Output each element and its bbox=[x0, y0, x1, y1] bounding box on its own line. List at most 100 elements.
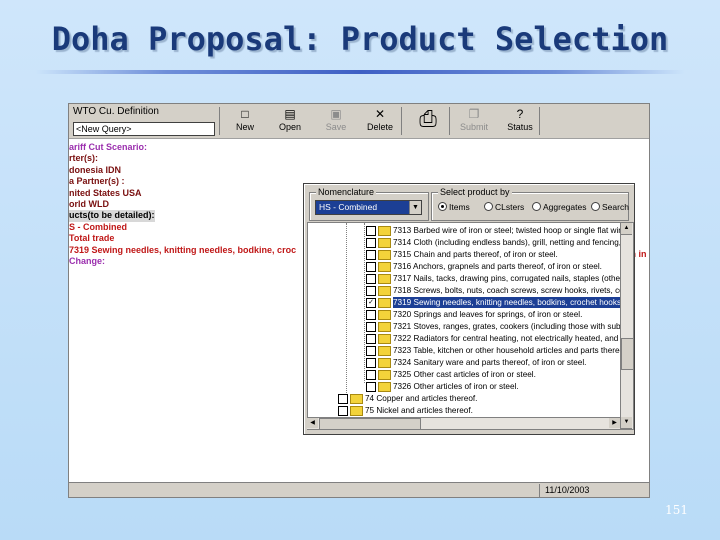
page-number: 151 bbox=[665, 503, 688, 517]
tree-item[interactable]: 7324 Sanitary ware and parts thereof, of… bbox=[308, 357, 621, 368]
tree-item-label: 7314 Cloth (including endless bands), gr… bbox=[393, 237, 621, 248]
hscroll-thumb[interactable] bbox=[319, 418, 421, 430]
product-description: Stoves, ranges, grates, cookers (includi… bbox=[413, 322, 622, 331]
tree-checkbox[interactable] bbox=[366, 310, 376, 320]
tree-item[interactable]: 7318 Screws, bolts, nuts, coach screws, … bbox=[308, 285, 621, 296]
printer-icon: ⎙ bbox=[419, 106, 437, 131]
tree-checkbox[interactable] bbox=[366, 346, 376, 356]
hs-code: 7313 bbox=[393, 226, 412, 235]
tree-checkbox[interactable] bbox=[366, 382, 376, 392]
tree-vertical-scrollbar[interactable]: ▲ ▼ bbox=[620, 222, 634, 430]
toolbar-separator bbox=[401, 107, 402, 135]
nomenclature-combo[interactable]: HS - Combined ▼ bbox=[315, 200, 422, 215]
tree-item[interactable]: 7315 Chain and parts thereof, of iron or… bbox=[308, 249, 621, 260]
toolbar-button-label: Status bbox=[507, 122, 533, 132]
folder-icon bbox=[378, 262, 391, 272]
tree-item[interactable]: 7316 Anchors, grapnels and parts thereof… bbox=[308, 261, 621, 272]
radio-aggregates[interactable]: Aggregates bbox=[532, 202, 586, 212]
toolbar-area: WTO Cu. Definition <New Query> □ New ▤ Open… bbox=[69, 104, 649, 139]
radio-clsters[interactable]: CLsters bbox=[484, 202, 524, 212]
tree-item-label: 7319 Sewing needles, knitting needles, b… bbox=[393, 297, 621, 308]
toolbar-button-label: Save bbox=[325, 122, 347, 132]
tree-checkbox[interactable] bbox=[366, 370, 376, 380]
tree-checkbox[interactable] bbox=[338, 394, 348, 404]
scroll-left-icon[interactable]: ◀ bbox=[307, 418, 318, 428]
tree-item[interactable]: 7321 Stoves, ranges, grates, cookers (in… bbox=[308, 321, 621, 332]
status-bar: 11/10/2003 bbox=[69, 482, 649, 497]
open-button[interactable]: ▤ Open bbox=[269, 106, 311, 136]
tree-checkbox[interactable] bbox=[366, 226, 376, 236]
tree-checkbox[interactable] bbox=[366, 286, 376, 296]
product-description: Nails, tacks, drawing pins, corrugated n… bbox=[413, 274, 622, 283]
hs-code: 7326 bbox=[393, 382, 412, 391]
scroll-right-icon[interactable]: ▶ bbox=[609, 418, 620, 428]
hs-code: 7322 bbox=[393, 334, 412, 343]
tree-checkbox[interactable] bbox=[366, 250, 376, 260]
tree-item[interactable]: 7314 Cloth (including endless bands), gr… bbox=[308, 237, 621, 248]
radio-search[interactable]: Search bbox=[591, 202, 629, 212]
tree-item[interactable]: 74 Copper and articles thereof. bbox=[308, 393, 621, 404]
radio-button-icon[interactable] bbox=[438, 202, 447, 211]
tree-item[interactable]: 7325 Other cast articles of iron or stee… bbox=[308, 369, 621, 380]
hs-code: 7325 bbox=[393, 370, 412, 379]
print-button[interactable]: ⎙ bbox=[407, 106, 449, 136]
hs-code: 74 bbox=[365, 394, 375, 403]
folder-icon bbox=[378, 370, 391, 380]
chevron-down-icon[interactable]: ▼ bbox=[409, 201, 421, 214]
tree-item[interactable]: 7323 Table, kitchen or other household a… bbox=[308, 345, 621, 356]
status-button[interactable]: ? Status bbox=[499, 106, 541, 136]
tree-checkbox[interactable] bbox=[366, 358, 376, 368]
folder-icon bbox=[378, 310, 391, 320]
radio-button-icon[interactable] bbox=[532, 202, 541, 211]
product-tree[interactable]: 7313 Barbed wire of iron or steel; twist… bbox=[307, 222, 622, 430]
query-line: S - Combined bbox=[69, 221, 127, 232]
tree-item[interactable]: 75 Nickel and articles thereof. bbox=[308, 405, 621, 416]
folder-icon bbox=[378, 334, 391, 344]
scroll-up-icon[interactable]: ▲ bbox=[621, 223, 632, 235]
folder-icon bbox=[378, 286, 391, 296]
tree-checkbox[interactable] bbox=[338, 406, 348, 416]
product-description: Nickel and articles thereof. bbox=[376, 406, 473, 415]
tree-checkbox[interactable] bbox=[366, 238, 376, 248]
radio-items[interactable]: Items bbox=[438, 202, 470, 212]
tree-item-label: 7325 Other cast articles of iron or stee… bbox=[393, 369, 536, 380]
query-line: ucts(to be detailed): bbox=[69, 210, 155, 222]
hs-code: 7318 bbox=[393, 286, 412, 295]
submit-button[interactable]: ❐ Submit bbox=[453, 106, 495, 136]
toolbar-button-label: Submit bbox=[459, 122, 488, 132]
hs-code: 7319 bbox=[393, 298, 412, 307]
hs-code: 7316 bbox=[393, 262, 412, 271]
query-select[interactable]: <New Query> bbox=[73, 122, 215, 136]
nomenclature-group: Nomenclature HS - Combined ▼ bbox=[309, 187, 429, 221]
tree-item[interactable]: 7317 Nails, tacks, drawing pins, corruga… bbox=[308, 273, 621, 284]
radio-button-icon[interactable] bbox=[591, 202, 600, 211]
product-description: Other articles of iron or steel. bbox=[413, 382, 519, 391]
toolbar-button-label: Delete bbox=[366, 122, 393, 132]
radio-button-icon[interactable] bbox=[484, 202, 493, 211]
tree-item[interactable]: 7313 Barbed wire of iron or steel; twist… bbox=[308, 225, 621, 236]
tree-item-label: 74 Copper and articles thereof. bbox=[365, 393, 477, 404]
tree-item[interactable]: 7320 Springs and leaves for springs, of … bbox=[308, 309, 621, 320]
save-button[interactable]: ▣ Save bbox=[315, 106, 357, 136]
tree-checkbox[interactable] bbox=[366, 334, 376, 344]
tree-item-label: 7318 Screws, bolts, nuts, coach screws, … bbox=[393, 285, 621, 296]
product-description: Chain and parts thereof, of iron or stee… bbox=[413, 250, 558, 259]
tree-item-label: 7316 Anchors, grapnels and parts thereof… bbox=[393, 261, 602, 272]
new-button[interactable]: □ New bbox=[224, 106, 266, 136]
delete-button[interactable]: ✕ Delete bbox=[359, 106, 401, 136]
tree-checkbox[interactable]: ✓ bbox=[366, 298, 376, 308]
tree-item[interactable]: 7322 Radiators for central heating, not … bbox=[308, 333, 621, 344]
toolbar-button-label: Open bbox=[278, 122, 302, 132]
tree-horizontal-scrollbar[interactable]: ◀ ▶ bbox=[307, 417, 620, 430]
scroll-thumb[interactable] bbox=[621, 338, 634, 370]
scroll-down-icon[interactable]: ▼ bbox=[621, 417, 632, 429]
tree-item[interactable]: 7326 Other articles of iron or steel. bbox=[308, 381, 621, 392]
tree-item-label: 7315 Chain and parts thereof, of iron or… bbox=[393, 249, 558, 260]
tree-item[interactable]: ✓ 7319 Sewing needles, knitting needles, … bbox=[308, 297, 621, 308]
tree-checkbox[interactable] bbox=[366, 322, 376, 332]
new-document-icon: □ bbox=[241, 107, 249, 121]
product-description: Springs and leaves for springs, of iron … bbox=[413, 310, 583, 319]
toolbar-separator bbox=[449, 107, 450, 135]
tree-checkbox[interactable] bbox=[366, 274, 376, 284]
tree-checkbox[interactable] bbox=[366, 262, 376, 272]
